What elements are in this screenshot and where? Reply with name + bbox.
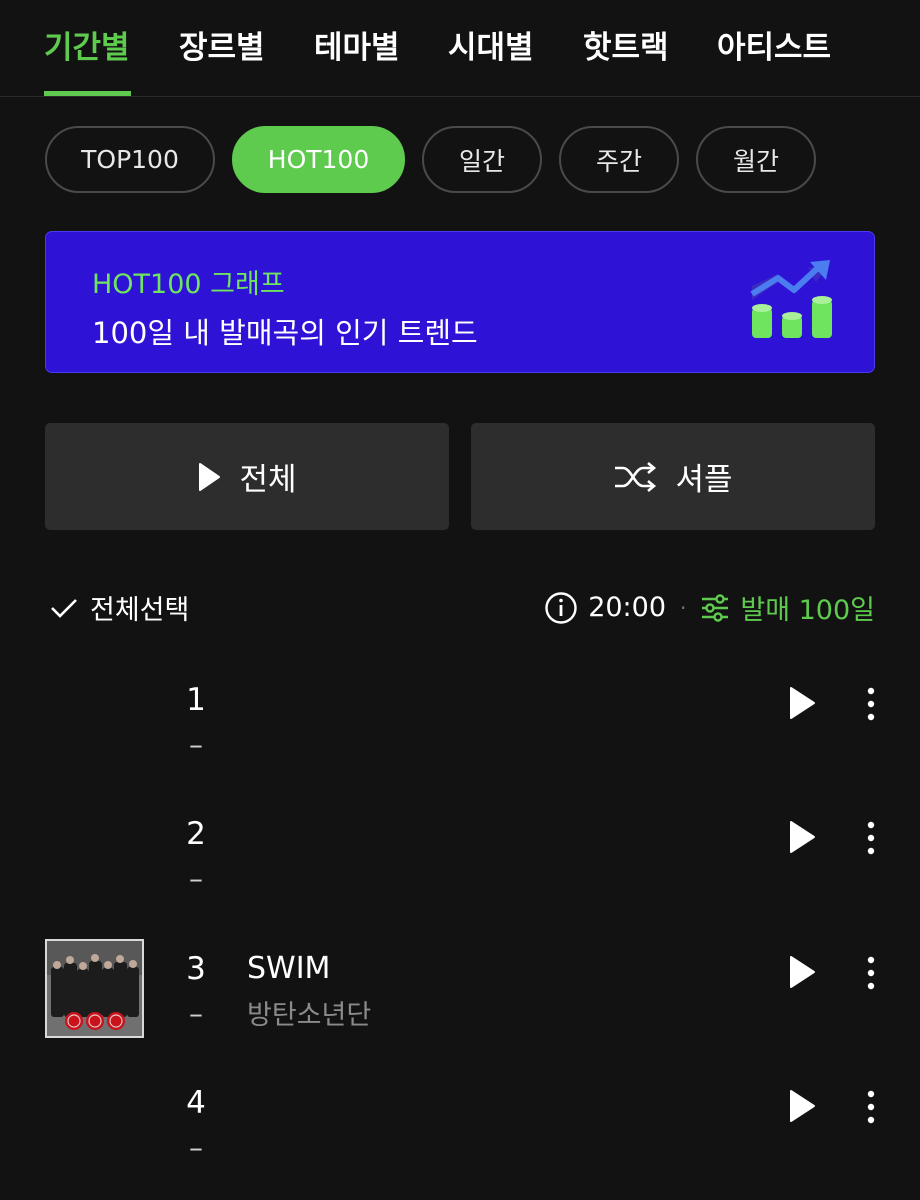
album-art-image — [47, 941, 142, 1036]
more-options-icon[interactable] — [856, 1089, 886, 1125]
play-icon — [199, 462, 221, 491]
pill-label: TOP100 — [81, 145, 179, 174]
more-options-icon[interactable] — [856, 955, 886, 991]
song-rank: 3 — [186, 951, 206, 987]
play-icon[interactable] — [787, 685, 817, 721]
shuffle-icon — [615, 461, 657, 492]
separator-dot: · — [680, 595, 687, 620]
song-rank: 2 — [186, 816, 206, 852]
select-all-label: 전체선택 — [90, 595, 190, 626]
song-artist: 방탄소년단 — [247, 1000, 372, 1031]
filter-sliders-icon — [702, 593, 729, 622]
select-all-toggle[interactable]: 전체선택 — [50, 588, 189, 627]
song-row[interactable]: 4 – — [0, 1085, 920, 1200]
release-filter-label: 발매 100일 — [740, 595, 875, 626]
shuffle-label: 셔플 — [675, 462, 733, 498]
pill-top100[interactable]: TOP100 — [45, 126, 215, 193]
chart-meta: 20:00 · 발매 100일 — [544, 588, 875, 627]
song-rank: 1 — [186, 682, 206, 718]
pill-label: 월간 — [732, 146, 779, 176]
rank-change: – — [189, 1131, 203, 1164]
category-tabs: 기간별 장르별 테마별 시대별 핫트랙 아티스트 — [0, 0, 920, 97]
banner-title: 100일 내 발매곡의 인기 트렌드 — [92, 316, 478, 350]
song-row[interactable]: 1 – — [0, 682, 920, 802]
pill-label: HOT100 — [267, 145, 370, 174]
play-icon[interactable] — [787, 819, 817, 855]
pill-hot100[interactable]: HOT100 — [232, 126, 405, 193]
tab-era[interactable]: 시대별 — [448, 22, 534, 67]
release-filter-button[interactable]: 발매 100일 — [700, 588, 875, 627]
checkmark-icon — [51, 598, 77, 618]
rank-change: – — [189, 728, 203, 761]
pill-daily[interactable]: 일간 — [422, 126, 542, 193]
more-options-icon[interactable] — [856, 686, 886, 722]
tab-period[interactable]: 기간별 — [44, 22, 130, 67]
tab-artist[interactable]: 아티스트 — [717, 22, 831, 67]
chart-update-time: 20:00 — [588, 592, 666, 623]
play-icon[interactable] — [787, 1088, 817, 1124]
info-icon[interactable] — [544, 591, 578, 625]
hot100-graph-banner[interactable]: HOT100 그래프 100일 내 발매곡의 인기 트렌드 — [45, 231, 875, 373]
play-all-label: 전체 — [239, 462, 297, 498]
trend-chart-icon — [750, 260, 832, 338]
rank-change: – — [189, 997, 203, 1030]
shuffle-button[interactable]: 셔플 — [471, 423, 875, 530]
song-row[interactable]: 2 – — [0, 816, 920, 936]
play-icon[interactable] — [787, 954, 817, 990]
more-options-icon[interactable] — [856, 820, 886, 856]
tab-hottrack[interactable]: 핫트랙 — [583, 22, 669, 67]
song-rank: 4 — [186, 1085, 206, 1121]
active-tab-indicator — [44, 91, 131, 96]
banner-subtitle: HOT100 그래프 — [92, 269, 285, 300]
pill-label: 일간 — [458, 146, 505, 176]
pill-monthly[interactable]: 월간 — [696, 126, 816, 193]
rank-change: – — [189, 862, 203, 895]
album-art[interactable] — [45, 939, 144, 1038]
pill-label: 주간 — [595, 146, 642, 176]
song-row[interactable]: 3 – SWIM 방탄소년단 — [0, 939, 920, 1071]
pill-weekly[interactable]: 주간 — [559, 126, 679, 193]
tab-genre[interactable]: 장르별 — [179, 22, 265, 67]
tab-theme[interactable]: 테마별 — [314, 22, 400, 67]
play-all-button[interactable]: 전체 — [45, 423, 449, 530]
song-title: SWIM — [247, 951, 331, 986]
